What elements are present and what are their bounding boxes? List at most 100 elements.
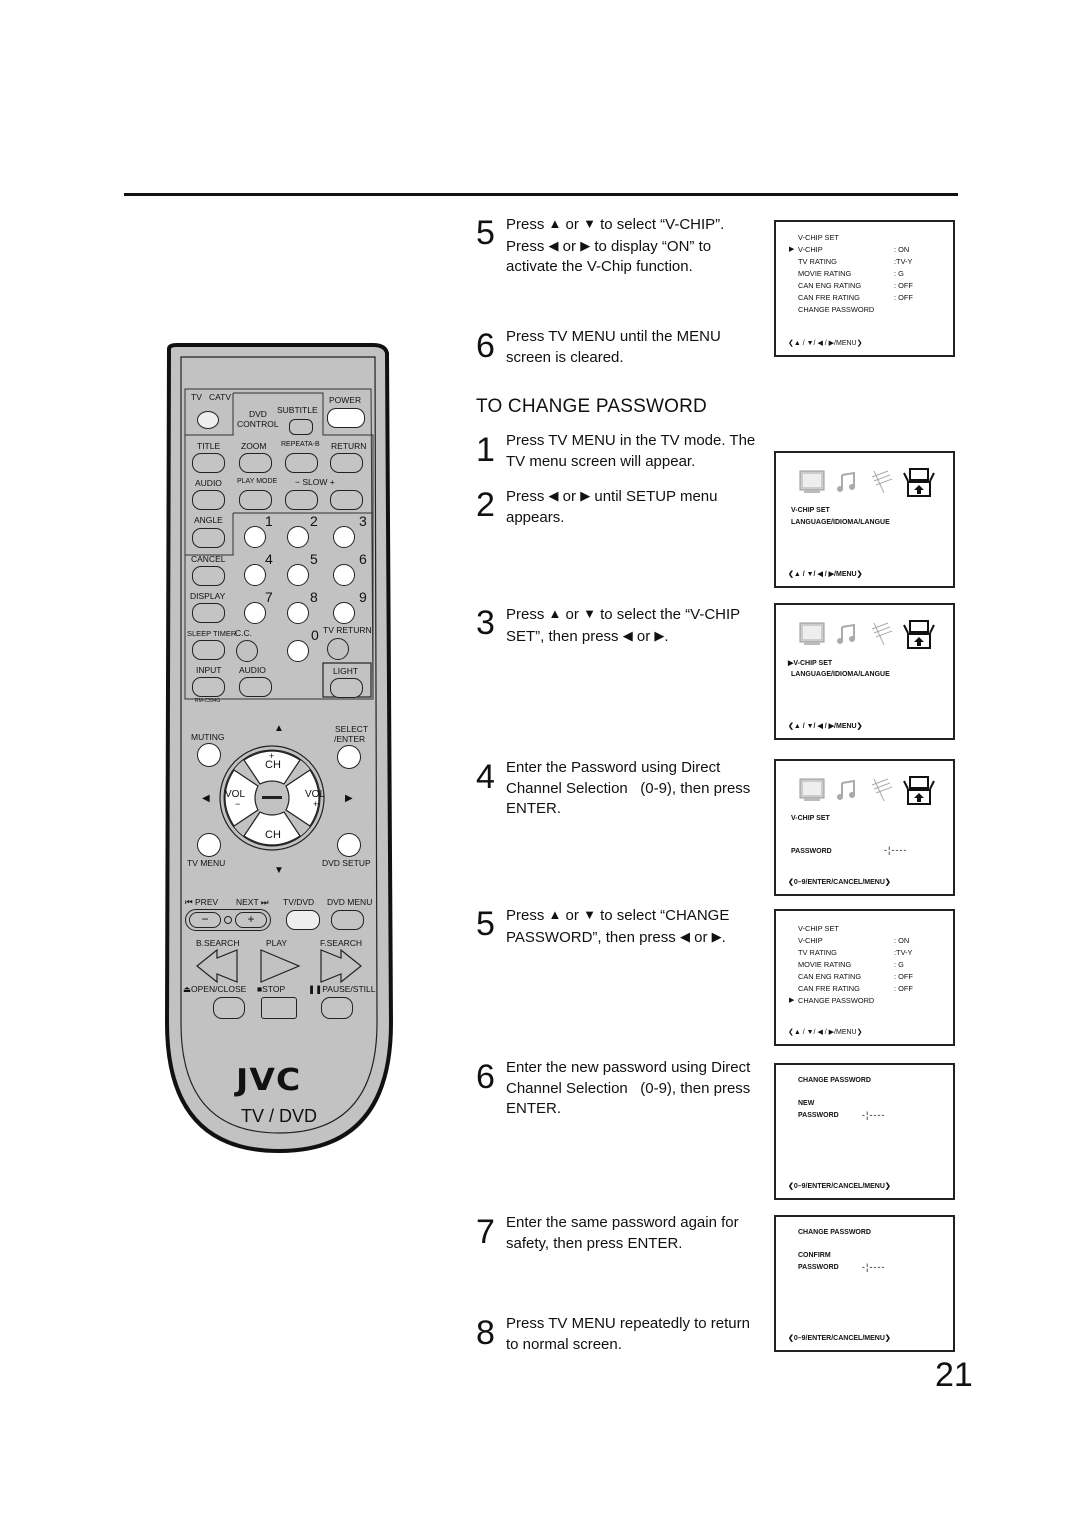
menu-footer: ❮▲ / ▼/ ◀ / ▶/MENU❯ xyxy=(788,1029,863,1036)
return-button[interactable] xyxy=(330,453,363,473)
title-button[interactable] xyxy=(192,453,225,473)
menu-row: ▶ V-CHIP: ON xyxy=(789,245,948,254)
text: . xyxy=(721,928,726,946)
row-label: CAN ENG RATING xyxy=(798,972,862,981)
play-button[interactable] xyxy=(261,948,301,984)
angle-button[interactable] xyxy=(192,528,225,548)
select-enter-button[interactable] xyxy=(337,745,361,769)
digit-7-button[interactable] xyxy=(244,602,266,624)
tv-icon xyxy=(799,778,825,801)
label-light: LIGHT xyxy=(333,666,359,676)
label-audio: AUDIO xyxy=(195,478,222,488)
tv-catv-switch[interactable] xyxy=(197,411,219,429)
stop-button[interactable] xyxy=(261,997,297,1019)
step-5: 5 Press ▲ or ▼ to select “CHANGE PASSWOR… xyxy=(476,905,756,948)
repeat-ab-button[interactable] xyxy=(285,453,318,473)
tv-icon xyxy=(799,470,825,493)
menu-row: CAN ENG RATING: OFF xyxy=(798,281,948,290)
music-icon xyxy=(837,471,855,492)
tv-dvd-button[interactable] xyxy=(286,910,320,930)
menu-row: TV RATING:TV-Y xyxy=(798,257,948,266)
cc-button[interactable] xyxy=(236,640,258,662)
light-button[interactable] xyxy=(330,678,363,698)
cancel-button[interactable] xyxy=(192,566,225,586)
ch-label: CH xyxy=(265,759,281,771)
down-arrow-icon: ▼ xyxy=(274,865,284,876)
sleep-timer-button[interactable] xyxy=(192,640,225,660)
display-button[interactable] xyxy=(192,603,225,623)
digit-5-button[interactable] xyxy=(287,564,309,586)
text: Press xyxy=(506,488,549,505)
setup-icon xyxy=(903,468,935,497)
setup-menu-screen-1: V-CHIP SET LANGUAGE/IDIOMA/LANGUE ❮▲ / ▼… xyxy=(774,451,955,588)
password-field: -¦---- xyxy=(862,1110,886,1120)
muting-button[interactable] xyxy=(197,743,221,767)
label-audio2: AUDIO xyxy=(239,665,266,675)
menu-footer: ❮0–9/ENTER/CANCEL/MENU❯ xyxy=(788,879,891,886)
up-arrow-icon: ▲ xyxy=(548,216,562,231)
label-open-close: ⏏OPEN/CLOSE xyxy=(183,984,247,994)
label-dvd: DVD xyxy=(249,409,267,419)
label-title: TITLE xyxy=(197,441,221,451)
text: or xyxy=(558,237,581,255)
text: or xyxy=(561,907,584,924)
menu-footer: ❮0–9/ENTER/CANCEL/MENU❯ xyxy=(788,1335,891,1342)
slow-plus-button[interactable] xyxy=(330,490,363,510)
digit-9-button[interactable] xyxy=(333,602,355,624)
power-button[interactable] xyxy=(327,408,365,428)
menu-icons xyxy=(799,776,935,805)
b-search-button[interactable] xyxy=(195,948,239,984)
step-7: 7 Enter the same password again for safe… xyxy=(476,1213,756,1254)
tv-dvd-label: TV / DVD xyxy=(241,1106,318,1126)
new-password-screen: CHANGE PASSWORD NEW PASSWORD -¦---- ❮0–9… xyxy=(774,1063,955,1200)
antenna-icon xyxy=(871,622,893,646)
input-button[interactable] xyxy=(192,677,225,697)
digit-4-button[interactable] xyxy=(244,564,266,586)
f-search-button[interactable] xyxy=(321,948,363,984)
play-mode-button[interactable] xyxy=(239,490,272,510)
setup-menu-screen-2: ▶V-CHIP SET LANGUAGE/IDIOMA/LANGUE ❮▲ / … xyxy=(774,603,955,740)
label-dvd-setup: DVD SETUP xyxy=(322,858,371,868)
label-new: NEW xyxy=(798,1100,815,1107)
slow-minus-button[interactable] xyxy=(285,490,318,510)
digit-6-button[interactable] xyxy=(333,564,355,586)
subtitle-button[interactable] xyxy=(289,419,313,435)
digit-0-button[interactable] xyxy=(287,640,309,662)
pause-still-button[interactable] xyxy=(321,997,353,1019)
prev-button[interactable]: − xyxy=(189,912,221,928)
dvd-setup-button[interactable] xyxy=(337,833,361,857)
screen-title: CHANGE PASSWORD xyxy=(798,1077,871,1084)
dvd-menu-button[interactable] xyxy=(331,910,364,930)
row-value: : OFF xyxy=(894,984,913,993)
digit-1-button[interactable] xyxy=(244,526,266,548)
menu-row: ▶ CHANGE PASSWORD xyxy=(789,996,948,1005)
step-4: 4 Enter the Password using Direct Channe… xyxy=(476,758,756,820)
up-arrow-icon: ▲ xyxy=(274,723,284,734)
music-icon xyxy=(837,623,855,644)
text: Press xyxy=(506,606,549,623)
step-number: 6 xyxy=(476,1058,495,1096)
row-value: : ON xyxy=(894,245,910,254)
digit-2-button[interactable] xyxy=(287,526,309,548)
label-power: POWER xyxy=(329,395,362,405)
label-repeat: REPEATA-B xyxy=(281,441,320,448)
menu-title: V-CHIP SET xyxy=(798,924,839,933)
step-number: 2 xyxy=(476,486,495,524)
label-tv-dvd: TV/DVD xyxy=(283,897,315,907)
screen-title: CHANGE PASSWORD xyxy=(798,1229,871,1236)
next-button[interactable]: + xyxy=(235,912,267,928)
text: . xyxy=(664,627,669,645)
tv-return-button[interactable] xyxy=(327,638,349,660)
audio-button[interactable] xyxy=(192,490,225,510)
open-close-button[interactable] xyxy=(213,997,245,1019)
vchip-menu-screen-1: V-CHIP SET ▶ V-CHIP: ON TV RATING:TV-Y MO… xyxy=(774,220,955,357)
up-arrow-icon: ▲ xyxy=(548,907,562,922)
digit-3-button[interactable] xyxy=(333,526,355,548)
digit-8-button[interactable] xyxy=(287,602,309,624)
audio2-button[interactable] xyxy=(239,677,272,697)
menu-row: V-CHIP: ON xyxy=(798,936,948,945)
zoom-button[interactable] xyxy=(239,453,272,473)
label-confirm: CONFIRM xyxy=(798,1252,831,1259)
tv-menu-button[interactable] xyxy=(197,833,221,857)
menu-row: TV RATING:TV-Y xyxy=(798,948,948,957)
